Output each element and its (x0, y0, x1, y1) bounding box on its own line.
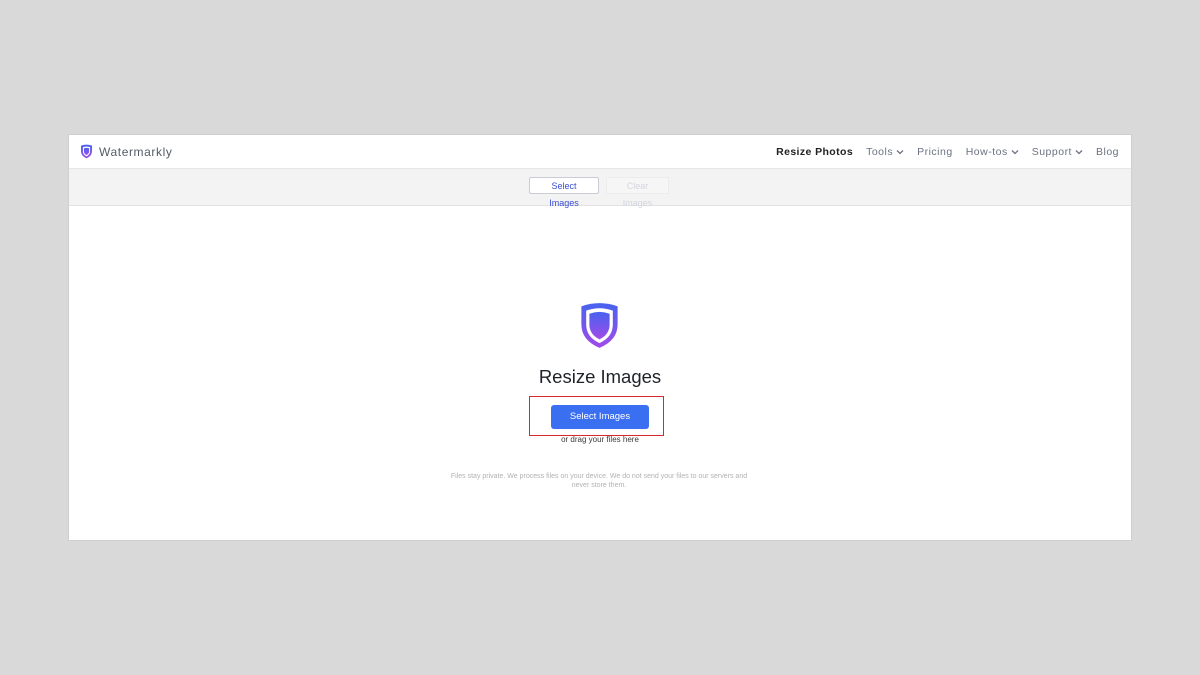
nav-item-label: Tools (866, 146, 894, 158)
chevron-down-icon (1075, 150, 1083, 155)
select-images-button[interactable]: Select Images (551, 405, 649, 429)
nav-item-label: How-tos (965, 146, 1008, 158)
nav-item-support[interactable]: Support (1032, 146, 1083, 158)
toolbar-clear-images-button: Clear Images (606, 177, 669, 208)
app-window: Watermarkly Resize Photos Tools Pricing … (68, 134, 1132, 541)
nav-item-tools[interactable]: Tools (866, 146, 904, 158)
nav-item-label: Pricing (917, 146, 953, 158)
top-navbar: Watermarkly Resize Photos Tools Pricing … (69, 135, 1131, 169)
brand-name: Watermarkly (99, 144, 173, 159)
main-nav: Resize Photos Tools Pricing How-tos Supp… (776, 135, 1119, 169)
drag-drop-hint: or drag your files here (561, 435, 639, 444)
nav-item-blog[interactable]: Blog (1096, 146, 1119, 158)
brand[interactable]: Watermarkly (80, 144, 173, 159)
shield-logo-icon (581, 303, 618, 348)
chevron-down-icon (896, 150, 904, 155)
toolbar: Select Images Clear Images (69, 169, 1131, 208)
nav-item-pricing[interactable]: Pricing (917, 146, 953, 158)
nav-item-resize-photos[interactable]: Resize Photos (776, 146, 853, 158)
nav-item-how-tos[interactable]: How-tos (966, 146, 1019, 158)
nav-item-label: Resize Photos (776, 146, 854, 158)
toolbar-select-images-button[interactable]: Select Images (529, 177, 599, 208)
privacy-note: Files stay private. We process files on … (450, 473, 748, 489)
nav-item-label: Support (1031, 146, 1072, 158)
nav-item-label: Blog (1095, 146, 1119, 158)
shield-icon (80, 144, 93, 159)
page-title: Resize Images (538, 366, 662, 387)
chevron-down-icon (1011, 150, 1019, 155)
